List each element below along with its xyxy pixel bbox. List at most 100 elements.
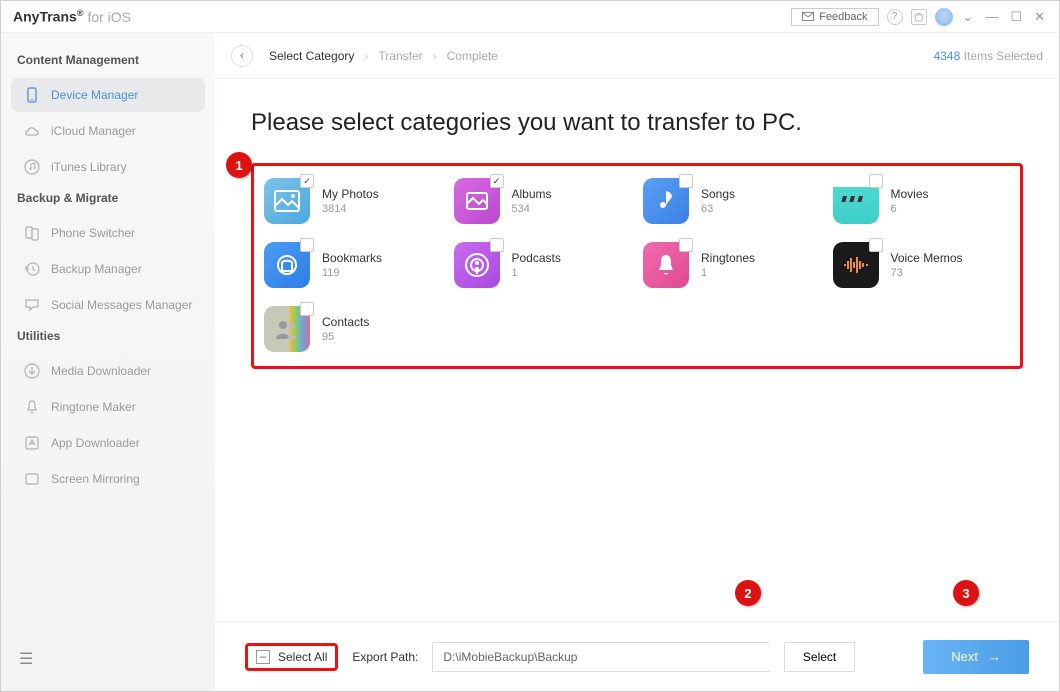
sidebar-section-backup: Backup & Migrate <box>7 185 209 215</box>
sidebar-item-itunes-library[interactable]: iTunes Library <box>11 150 205 184</box>
sidebar-item-screen-mirroring[interactable]: Screen Mirroring <box>11 462 205 496</box>
category-label: Podcasts <box>512 251 561 265</box>
photos-icon: ✓ <box>264 178 310 224</box>
user-avatar[interactable] <box>935 8 953 26</box>
albums-icon: ✓ <box>454 178 500 224</box>
export-path-label: Export Path: <box>352 650 418 664</box>
close-button[interactable]: ✕ <box>1032 9 1047 25</box>
main-panel: ‹ Select Category › Transfer › Complete … <box>215 33 1059 691</box>
sidebar: Content Management Device Manager iCloud… <box>1 33 215 691</box>
category-count: 95 <box>322 331 369 343</box>
app-title: AnyTrans® <box>13 8 83 25</box>
hamburger-icon[interactable]: ☰ <box>7 641 209 677</box>
maximize-button[interactable]: ☐ <box>1008 9 1024 25</box>
annotation-1: 1 <box>226 152 252 178</box>
sidebar-item-label: App Downloader <box>51 436 140 450</box>
category-item-voice[interactable]: Voice Memos73 <box>833 242 1011 288</box>
category-count: 119 <box>322 267 382 279</box>
sidebar-item-label: Backup Manager <box>51 262 142 276</box>
category-checkbox[interactable]: ✓ <box>490 174 504 188</box>
category-item-movies[interactable]: Movies 6 <box>833 178 1011 224</box>
category-count: 1 <box>512 267 561 279</box>
export-path-input[interactable] <box>432 642 770 672</box>
minimize-button[interactable]: — <box>983 9 1000 24</box>
category-checkbox[interactable] <box>490 238 504 252</box>
category-item-bookmarks[interactable]: Bookmarks119 <box>264 242 442 288</box>
help-icon[interactable]: ? <box>887 9 903 25</box>
category-checkbox[interactable] <box>300 302 314 316</box>
mirror-icon <box>23 470 41 488</box>
bell-icon <box>23 398 41 416</box>
select-path-button[interactable]: Select <box>784 642 855 672</box>
shop-icon[interactable] <box>911 9 927 25</box>
category-checkbox[interactable] <box>300 238 314 252</box>
next-button[interactable]: Next → <box>923 640 1029 674</box>
category-label: Movies <box>891 187 929 201</box>
sidebar-item-ringtone-maker[interactable]: Ringtone Maker <box>11 390 205 424</box>
sidebar-item-social-messages[interactable]: Social Messages Manager <box>11 288 205 322</box>
annotation-2: 2 <box>735 580 761 606</box>
breadcrumb-step-1[interactable]: Select Category <box>269 49 354 63</box>
sidebar-item-device-manager[interactable]: Device Manager <box>11 78 205 112</box>
footer-bar: 2 3 – Select All Export Path: Select Nex… <box>215 621 1059 691</box>
category-item-photos[interactable]: ✓My Photos3814 <box>264 178 442 224</box>
arrow-right-icon: → <box>988 649 1001 664</box>
category-box: 1 ✓My Photos3814✓Albums534Songs63Movies6… <box>251 163 1023 369</box>
select-all-label[interactable]: Select All <box>278 650 327 664</box>
app-icon <box>23 434 41 452</box>
sidebar-item-label: Phone Switcher <box>51 226 135 240</box>
sidebar-item-app-downloader[interactable]: App Downloader <box>11 426 205 460</box>
category-checkbox[interactable]: ✓ <box>300 174 314 188</box>
sidebar-item-backup-manager[interactable]: Backup Manager <box>11 252 205 286</box>
select-all-checkbox[interactable]: – <box>256 650 270 664</box>
music-circle-icon <box>23 158 41 176</box>
next-button-label: Next <box>951 649 978 664</box>
items-selected: 4348 Items Selected <box>934 49 1043 63</box>
history-icon <box>23 260 41 278</box>
category-label: Voice Memos <box>891 251 963 265</box>
podcasts-icon <box>454 242 500 288</box>
download-icon <box>23 362 41 380</box>
page-title: Please select categories you want to tra… <box>251 109 1023 137</box>
sidebar-item-label: iCloud Manager <box>51 124 136 138</box>
songs-icon <box>643 178 689 224</box>
sidebar-item-phone-switcher[interactable]: Phone Switcher <box>11 216 205 250</box>
sidebar-item-label: iTunes Library <box>51 160 127 174</box>
voice-icon <box>833 242 879 288</box>
category-checkbox[interactable] <box>679 174 693 188</box>
category-item-contacts[interactable]: Contacts95 <box>264 306 442 352</box>
app-subtitle: for iOS <box>87 9 131 25</box>
category-item-podcasts[interactable]: Podcasts 1 <box>454 242 632 288</box>
feedback-button[interactable]: Feedback <box>791 8 878 26</box>
category-count: 534 <box>512 203 552 215</box>
chevron-down-icon[interactable]: ⌄ <box>961 9 976 25</box>
sidebar-item-icloud-manager[interactable]: iCloud Manager <box>11 114 205 148</box>
movies-icon <box>833 178 879 224</box>
category-count: 6 <box>891 203 929 215</box>
category-item-songs[interactable]: Songs63 <box>643 178 821 224</box>
breadcrumb-step-2: Transfer <box>378 49 422 63</box>
sidebar-section-utilities: Utilities <box>7 323 209 353</box>
select-all-wrap: – Select All <box>245 643 338 671</box>
category-checkbox[interactable] <box>869 238 883 252</box>
sidebar-item-label: Ringtone Maker <box>51 400 136 414</box>
bookmarks-icon <box>264 242 310 288</box>
device-icon <box>23 86 41 104</box>
annotation-3: 3 <box>953 580 979 606</box>
category-checkbox[interactable] <box>679 238 693 252</box>
contacts-icon <box>264 306 310 352</box>
feedback-label: Feedback <box>819 11 867 23</box>
sidebar-item-media-downloader[interactable]: Media Downloader <box>11 354 205 388</box>
category-checkbox[interactable] <box>869 174 883 188</box>
phone-switch-icon <box>23 224 41 242</box>
cloud-icon <box>23 122 41 140</box>
category-count: 1 <box>701 267 755 279</box>
category-count: 3814 <box>322 203 379 215</box>
title-bar: AnyTrans® for iOS Feedback ? ⌄ — ☐ ✕ <box>1 1 1059 33</box>
category-item-albums[interactable]: ✓ Albums 534 <box>454 178 632 224</box>
category-label: Albums <box>512 187 552 201</box>
chat-icon <box>23 296 41 314</box>
category-item-ringtones[interactable]: Ringtones1 <box>643 242 821 288</box>
ringtones-icon <box>643 242 689 288</box>
back-button[interactable]: ‹ <box>231 45 253 67</box>
